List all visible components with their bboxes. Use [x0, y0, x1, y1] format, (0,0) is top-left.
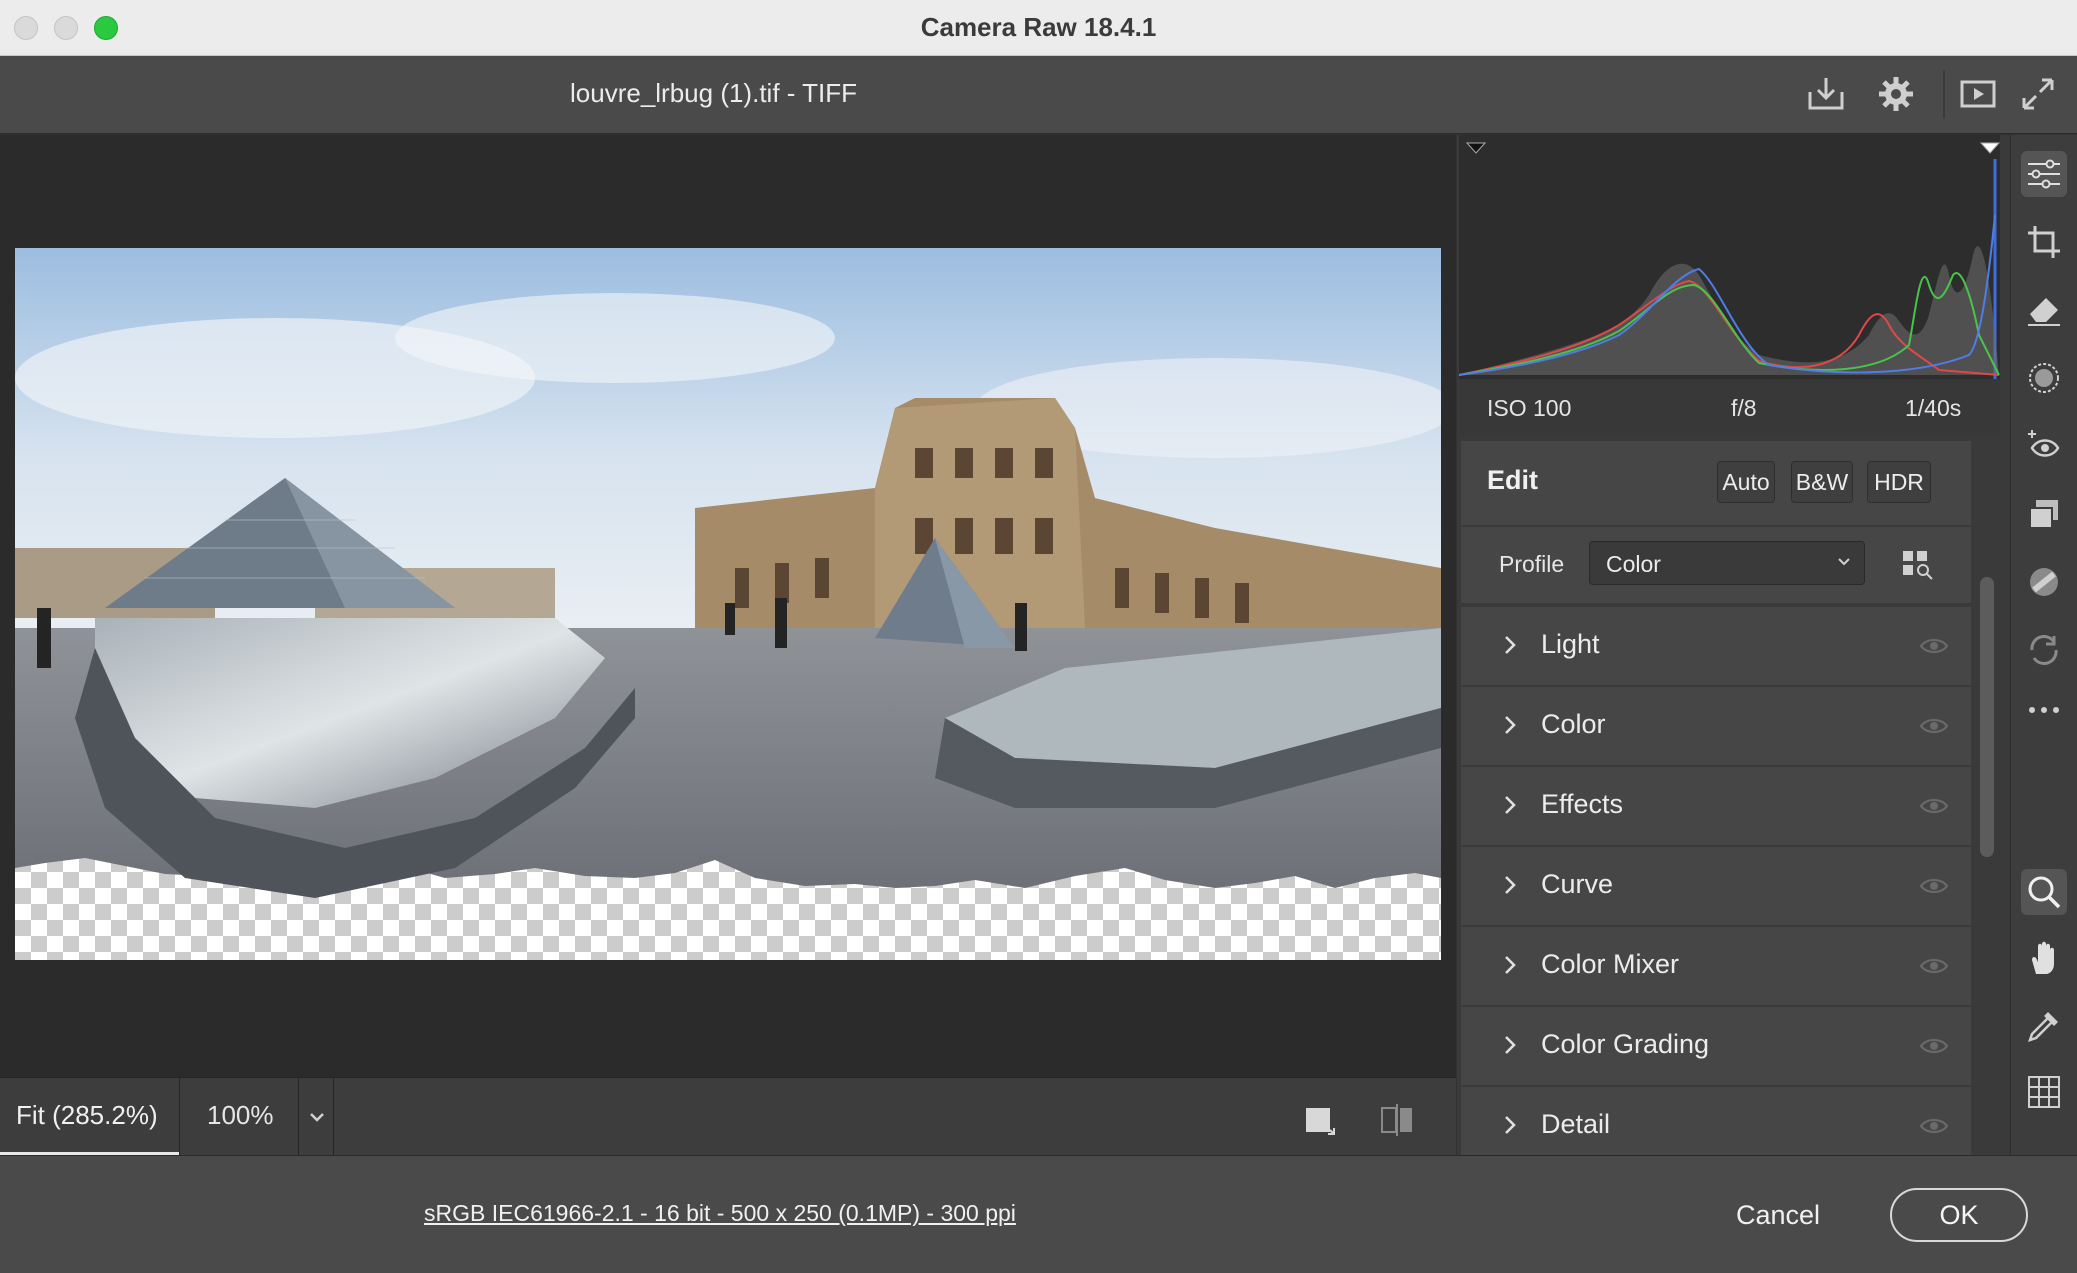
- chevron-right-icon: [1505, 636, 1516, 654]
- eye-icon[interactable]: [1919, 1035, 1949, 1057]
- bw-button[interactable]: B&W: [1791, 461, 1853, 503]
- chevron-right-icon: [1505, 956, 1516, 974]
- zoom-icon[interactable]: [2021, 869, 2067, 915]
- chevron-down-icon: [1838, 558, 1850, 566]
- chevron-right-icon: [1505, 1116, 1516, 1134]
- edit-panel: ISO 100 f/8 1/40s Edit Auto B&W HDR Prof…: [1457, 135, 2010, 1165]
- tool-strip: [2010, 135, 2077, 1155]
- profile-select-value: Color: [1606, 551, 1661, 577]
- hand-icon[interactable]: [2021, 935, 2067, 981]
- profile-browser-icon[interactable]: [1901, 547, 1935, 581]
- section-light[interactable]: Light: [1461, 607, 1971, 685]
- file-title: louvre_lrbug (1).tif - TIFF: [570, 78, 858, 108]
- chevron-right-icon: [1505, 716, 1516, 734]
- sync-icon[interactable]: [2021, 627, 2067, 673]
- exif-info: ISO 100 f/8 1/40s: [1459, 379, 2000, 437]
- save-download-icon[interactable]: [1806, 74, 1846, 114]
- section-color-grading[interactable]: Color Grading: [1461, 1007, 1971, 1085]
- panel-scrollbar[interactable]: [1976, 445, 1998, 1155]
- section-label: Effects: [1541, 789, 1624, 819]
- eye-icon[interactable]: [1919, 1115, 1949, 1137]
- crop-icon[interactable]: [2021, 219, 2067, 265]
- chevron-down-icon: [310, 1113, 324, 1122]
- zoom-100-button[interactable]: 100%: [181, 1078, 299, 1156]
- expand-icon[interactable]: [2018, 74, 2058, 114]
- chevron-right-icon: [1505, 796, 1516, 814]
- snapshots-icon[interactable]: [2021, 559, 2067, 605]
- chevron-right-icon: [1505, 1036, 1516, 1054]
- section-label: Curve: [1541, 869, 1614, 899]
- fullscreen-preview-icon[interactable]: [1958, 74, 1998, 114]
- section-effects[interactable]: Effects: [1461, 767, 1971, 845]
- chevron-right-icon: [1505, 876, 1516, 894]
- presets-icon[interactable]: [2021, 491, 2067, 537]
- settings-gear-icon[interactable]: [1876, 74, 1916, 114]
- footer-bar: sRGB IEC61966-2.1 - 16 bit - 500 x 250 (…: [0, 1155, 2077, 1273]
- profile-row: Profile Color: [1461, 527, 1971, 603]
- split-view-icon[interactable]: [1378, 1100, 1416, 1138]
- eye-icon[interactable]: [1919, 715, 1949, 737]
- section-label: Detail: [1541, 1109, 1611, 1139]
- section-color[interactable]: Color: [1461, 687, 1971, 765]
- aperture-value: f/8: [1731, 395, 1757, 421]
- image-preview-area[interactable]: [0, 135, 1456, 1077]
- header-bar: louvre_lrbug (1).tif - TIFF: [0, 56, 2077, 134]
- section-label: Color Grading: [1541, 1029, 1710, 1059]
- hdr-button[interactable]: HDR: [1867, 461, 1931, 503]
- workflow-options-link[interactable]: sRGB IEC61966-2.1 - 16 bit - 500 x 250 (…: [424, 1200, 1016, 1227]
- eye-icon[interactable]: [1919, 875, 1949, 897]
- auto-button[interactable]: Auto: [1717, 461, 1775, 503]
- histogram: [1458, 135, 2001, 379]
- edit-title: Edit: [1487, 465, 1538, 495]
- edit-header: Edit Auto B&W HDR: [1461, 441, 1971, 525]
- profile-select[interactable]: Color: [1589, 541, 1865, 585]
- ok-button[interactable]: OK: [1890, 1188, 2028, 1242]
- profile-label: Profile: [1499, 551, 1565, 577]
- before-after-toggle-icon[interactable]: [1300, 1100, 1338, 1138]
- section-label: Light: [1541, 629, 1600, 659]
- more-icon[interactable]: [2021, 687, 2067, 733]
- preview-image[interactable]: [15, 248, 1441, 960]
- scroll-thumb[interactable]: [1980, 577, 1994, 857]
- eraser-heal-icon[interactable]: [2021, 287, 2067, 333]
- cancel-button[interactable]: Cancel: [1718, 1188, 1838, 1242]
- zoom-dropdown-button[interactable]: [300, 1078, 334, 1156]
- section-color-mixer[interactable]: Color Mixer: [1461, 927, 1971, 1005]
- eye-icon[interactable]: [1919, 955, 1949, 977]
- masking-icon[interactable]: [2021, 355, 2067, 401]
- red-eye-icon[interactable]: [2021, 423, 2067, 469]
- edit-sliders-icon[interactable]: [2021, 151, 2067, 197]
- window-title: Camera Raw 18.4.1: [920, 12, 1157, 42]
- highlight-clipping-warning-icon[interactable]: [1979, 142, 2001, 154]
- shadow-clipping-warning-icon[interactable]: [1465, 142, 1487, 154]
- color-sampler-icon[interactable]: [2021, 1003, 2067, 1049]
- zoom-fit-button[interactable]: Fit (285.2%): [0, 1078, 180, 1156]
- iso-value: ISO 100: [1487, 395, 1572, 421]
- shutter-value: 1/40s: [1905, 395, 1962, 421]
- eye-icon[interactable]: [1919, 795, 1949, 817]
- grid-icon[interactable]: [2021, 1069, 2067, 1115]
- section-label: Color: [1541, 709, 1606, 739]
- section-curve[interactable]: Curve: [1461, 847, 1971, 925]
- preview-toolbar: Fit (285.2%) 100%: [0, 1077, 1456, 1156]
- section-label: Color Mixer: [1541, 949, 1680, 979]
- title-bar: Camera Raw 18.4.1: [0, 0, 2077, 56]
- header-divider: [1943, 70, 1945, 118]
- section-detail[interactable]: Detail: [1461, 1087, 1971, 1165]
- eye-icon[interactable]: [1919, 635, 1949, 657]
